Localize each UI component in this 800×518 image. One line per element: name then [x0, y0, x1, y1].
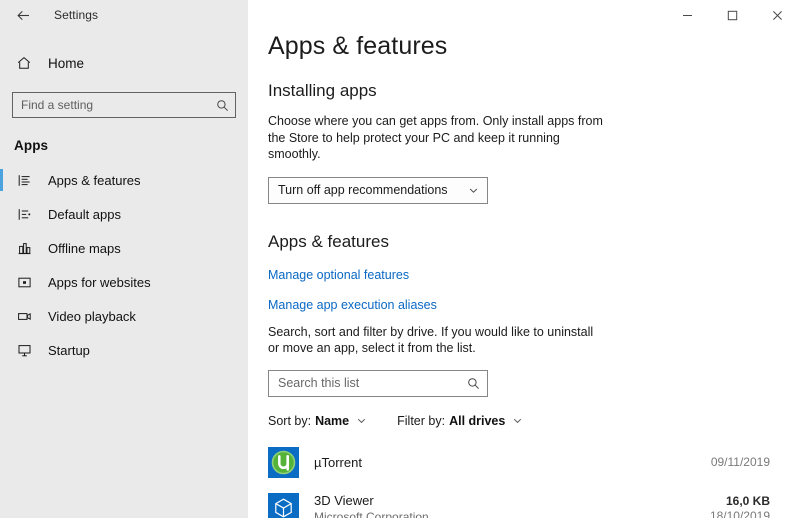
table-row[interactable]: 3D Viewer Microsoft Corporation 16,0 KB …	[268, 488, 800, 518]
sidebar-item-video-playback[interactable]: Video playback	[0, 299, 248, 333]
sidebar-titlebar: Settings	[0, 0, 248, 30]
app-list: µTorrent 09/11/2019 3D Viewer Microsoft …	[268, 442, 800, 518]
installing-apps-description: Choose where you can get apps from. Only…	[268, 114, 603, 161]
chevron-down-icon	[468, 185, 479, 196]
app-info: 3D Viewer Microsoft Corporation	[314, 493, 710, 518]
app-name: µTorrent	[314, 454, 362, 470]
list-controls: Sort by: Name Filter by: All drives	[268, 414, 800, 428]
back-arrow-icon[interactable]	[8, 1, 38, 29]
utorrent-icon	[268, 447, 299, 478]
video-playback-icon	[14, 306, 34, 326]
offline-maps-icon	[14, 238, 34, 258]
sidebar-item-label: Startup	[48, 342, 90, 358]
sidebar-item-home[interactable]: Home	[0, 48, 248, 78]
app-name: 3D Viewer	[314, 492, 374, 508]
chevron-down-icon	[512, 415, 523, 426]
search-this-list-box[interactable]	[268, 369, 488, 397]
content-area: Apps & features Installing apps Choose w…	[248, 0, 800, 518]
sidebar-home-label: Home	[48, 55, 85, 71]
sidebar-item-label: Apps for websites	[48, 274, 151, 290]
filter-by-value: All drives	[449, 413, 506, 428]
window-controls	[665, 0, 800, 30]
find-a-setting-box[interactable]	[12, 92, 236, 118]
filter-by-label: Filter by:	[397, 413, 446, 428]
sort-by-value: Name	[315, 413, 350, 428]
sidebar-item-apps-features[interactable]: Apps & features	[0, 163, 248, 197]
table-row[interactable]: µTorrent 09/11/2019	[268, 442, 800, 484]
app-publisher: Microsoft Corporation	[314, 509, 429, 518]
app-size: 16,0 KB	[725, 493, 770, 508]
search-input[interactable]	[21, 98, 215, 112]
sidebar-item-label: Default apps	[48, 206, 121, 222]
list-icon	[14, 170, 34, 190]
startup-icon	[14, 340, 34, 360]
sidebar-item-startup[interactable]: Startup	[0, 333, 248, 367]
3d-viewer-icon	[268, 493, 299, 518]
app-install-date: 18/10/2019	[709, 508, 770, 518]
apps-for-websites-icon	[14, 272, 34, 292]
page-title: Apps & features	[268, 32, 448, 60]
sidebar-item-label: Apps & features	[48, 172, 141, 188]
app-meta: 16,0 KB 18/10/2019	[710, 494, 770, 518]
main-content: Apps & features Installing apps Choose w…	[248, 0, 800, 518]
chevron-down-icon	[356, 415, 367, 426]
manage-optional-features-link[interactable]: Manage optional features	[268, 268, 409, 282]
sidebar-item-label: Offline maps	[48, 240, 121, 256]
home-icon	[14, 53, 34, 73]
window-title: Settings	[54, 8, 99, 22]
sidebar-item-apps-for-websites[interactable]: Apps for websites	[0, 265, 248, 299]
manage-app-execution-aliases-link[interactable]: Manage app execution aliases	[268, 298, 437, 312]
app-install-date: 09/11/2019	[710, 455, 770, 469]
app-meta: 09/11/2019	[711, 455, 770, 470]
apps-features-description: Search, sort and filter by drive. If you…	[268, 324, 594, 356]
settings-window: Settings Home Apps	[0, 0, 800, 518]
sidebar-group-title: Apps	[14, 138, 49, 153]
app-info: µTorrent	[314, 455, 711, 471]
apps-features-heading: Apps & features	[268, 231, 389, 251]
app-recommendations-dropdown[interactable]: Turn off app recommendations	[268, 176, 488, 204]
sidebar-item-label: Video playback	[48, 308, 136, 324]
filter-by-dropdown[interactable]: Filter by: All drives	[397, 414, 523, 428]
search-icon	[215, 98, 229, 112]
sidebar-item-default-apps[interactable]: Default apps	[0, 197, 248, 231]
dropdown-value: Turn off app recommendations	[278, 183, 448, 197]
sidebar: Settings Home Apps	[0, 0, 248, 518]
default-apps-icon	[14, 204, 34, 224]
app-list-search-input[interactable]	[278, 376, 466, 390]
installing-apps-heading: Installing apps	[268, 81, 377, 100]
close-button[interactable]	[755, 0, 800, 30]
search-icon	[466, 376, 480, 390]
minimize-button[interactable]	[665, 0, 710, 30]
sort-by-label: Sort by:	[268, 413, 312, 428]
sidebar-item-offline-maps[interactable]: Offline maps	[0, 231, 248, 265]
selection-indicator	[0, 169, 3, 191]
sort-by-dropdown[interactable]: Sort by: Name	[268, 414, 367, 428]
maximize-button[interactable]	[710, 0, 755, 30]
sidebar-nav: Apps & features Default apps Offline map…	[0, 163, 248, 367]
